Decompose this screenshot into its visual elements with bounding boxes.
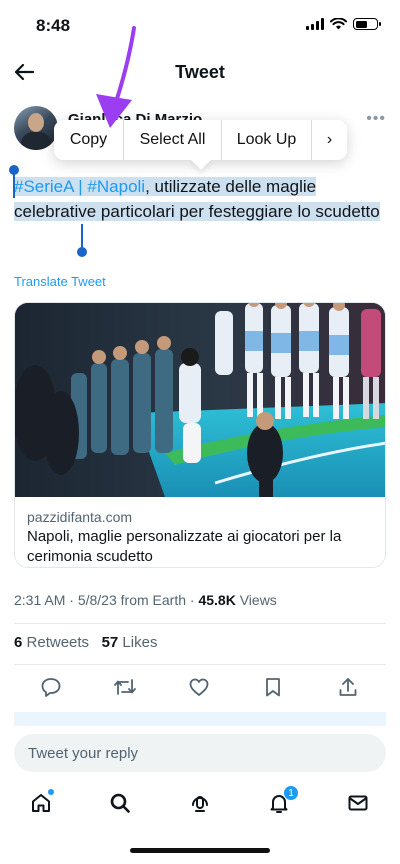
avatar[interactable] — [14, 106, 58, 150]
battery-level — [355, 20, 367, 28]
selection-end-handle[interactable] — [77, 224, 87, 257]
tweet-source: from Earth — [120, 592, 187, 608]
bookmark-button[interactable] — [258, 672, 288, 702]
reply-input[interactable] — [14, 734, 386, 772]
tab-notifications[interactable]: 1 — [264, 785, 299, 818]
speech-bubble-icon — [41, 678, 61, 697]
tweet-stats: 6 Retweets 57 Likes — [14, 634, 157, 651]
link-domain: pazzidifanta.com — [27, 509, 133, 525]
retweet-icon — [114, 679, 136, 695]
tweet-date: 5/8/23 — [77, 592, 117, 608]
likes-stat[interactable]: 57 Likes — [102, 634, 158, 651]
retweets-stat[interactable]: 6 Retweets — [14, 634, 89, 651]
tweet-text[interactable]: #SerieA | #Napoli, utilizzate delle magl… — [14, 174, 386, 224]
reply-box — [14, 734, 386, 772]
home-unread-dot — [48, 789, 54, 795]
home-indicator — [130, 848, 270, 853]
likes-count: 57 — [101, 634, 119, 651]
share-icon — [339, 678, 357, 696]
bottom-tab-bar: 1 — [0, 780, 400, 826]
annotation-arrow-icon — [96, 26, 136, 128]
tab-search[interactable] — [105, 788, 135, 818]
reply-button[interactable] — [36, 672, 66, 702]
translate-tweet-link[interactable]: Translate Tweet — [14, 274, 106, 289]
share-button[interactable] — [333, 672, 363, 702]
reply-context-strip — [14, 712, 386, 726]
envelope-icon — [348, 795, 368, 811]
views-label: Views — [239, 592, 277, 608]
hashtag-napoli[interactable]: #Napoli — [87, 177, 145, 196]
battery-icon — [353, 18, 381, 30]
tab-home[interactable] — [26, 788, 56, 818]
retweets-label: Retweets — [26, 634, 90, 651]
retweets-count: 6 — [14, 634, 23, 651]
cellular-signal-icon — [306, 18, 324, 30]
status-icons — [306, 18, 381, 30]
like-button[interactable] — [184, 672, 214, 702]
notifications-badge: 1 — [283, 785, 299, 801]
heart-icon — [189, 678, 209, 696]
link-preview-image — [15, 303, 385, 497]
hashtag-separator: | — [73, 177, 88, 196]
page-title: Tweet — [175, 62, 225, 82]
divider — [14, 623, 386, 624]
link-title: Napoli, maglie personalizzate ai giocato… — [27, 528, 342, 565]
look-up-menu-item[interactable]: Look Up — [222, 120, 312, 160]
link-preview-body: pazzidifanta.com Napoli, maglie personal… — [15, 497, 385, 567]
tab-spaces[interactable] — [185, 788, 215, 818]
likes-label: Likes — [122, 634, 158, 651]
status-bar: 8:48 — [0, 0, 400, 52]
divider — [14, 664, 386, 665]
more-dots-icon[interactable]: ••• — [366, 110, 386, 128]
tweet-action-bar — [0, 668, 400, 706]
selection-start-handle[interactable] — [9, 165, 19, 198]
status-time: 8:48 — [36, 16, 71, 35]
tweet-header: Tweet — [0, 52, 400, 92]
spaces-icon — [192, 796, 208, 812]
tab-messages[interactable] — [343, 788, 373, 818]
tweet-meta: 2:31 AM · 5/8/23 from Earth · 45.8K View… — [14, 592, 277, 608]
retweet-button[interactable] — [110, 672, 140, 702]
bookmark-icon — [266, 678, 280, 697]
hashtag-seriea[interactable]: #SerieA — [14, 177, 74, 196]
link-preview-card[interactable]: pazzidifanta.com Napoli, maglie personal… — [14, 302, 386, 568]
wifi-icon — [330, 18, 347, 30]
selected-text: #SerieA | #Napoli, utilizzate delle magl… — [14, 177, 380, 221]
more-options-menu-item[interactable]: › — [312, 120, 347, 160]
views-count: 45.8K — [198, 592, 236, 608]
search-icon — [110, 793, 130, 813]
tweet-time: 2:31 AM — [14, 592, 66, 608]
